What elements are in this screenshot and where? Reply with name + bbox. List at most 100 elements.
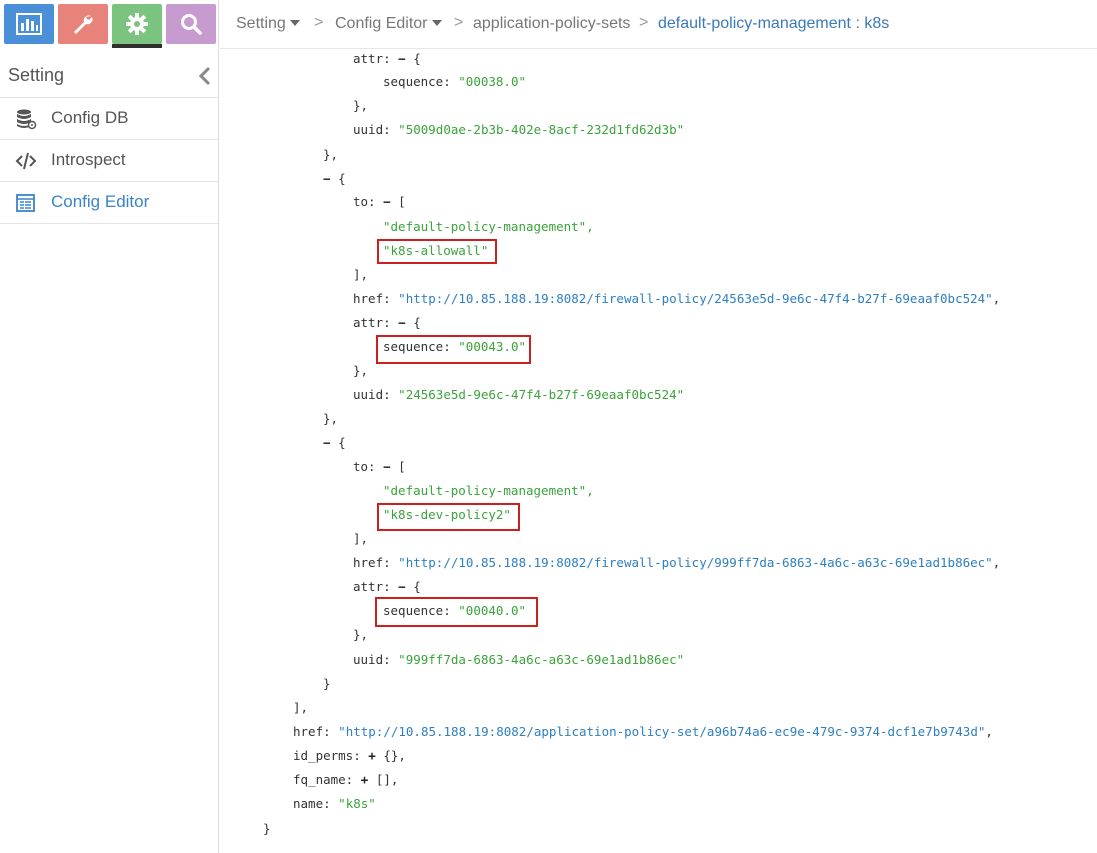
collapse-toggle[interactable]: −: [398, 51, 406, 66]
json-line: id_perms: + {},: [293, 748, 406, 764]
code-icon: [15, 152, 37, 170]
breadcrumb-config-editor[interactable]: Config Editor: [335, 15, 442, 33]
editor-icon: [16, 194, 35, 212]
json-line: href: "http://10.85.188.19:8082/applicat…: [293, 724, 993, 740]
highlight-box: [375, 597, 538, 627]
collapse-toggle[interactable]: −: [398, 579, 406, 594]
breadcrumb-separator: >: [454, 14, 464, 31]
json-line: }: [323, 676, 331, 691]
expand-toggle[interactable]: +: [361, 772, 369, 787]
breadcrumb-current: default-policy-management : k8s: [658, 15, 890, 32]
expand-toggle[interactable]: +: [368, 748, 376, 763]
sidebar-item-label: Introspect: [51, 150, 126, 169]
json-punct: {},: [383, 748, 406, 763]
sidebar-title: Setting: [8, 65, 65, 85]
json-key: uuid:: [353, 122, 391, 137]
json-punct: {: [338, 171, 346, 186]
search-icon: [181, 14, 202, 35]
json-line: sequence: "00038.0": [383, 74, 526, 90]
breadcrumb-label: Setting: [236, 15, 286, 32]
left-sidebar: Setting Config DB Introspect Config Edit…: [0, 0, 219, 853]
json-line: },: [323, 411, 339, 426]
json-string: "00038.0": [458, 74, 526, 89]
json-line: "default-policy-management",: [383, 483, 594, 499]
json-line: to: − [: [353, 194, 406, 210]
json-viewer: attr: − { sequence: "00038.0" }, uuid: "…: [220, 49, 1097, 853]
json-line: },: [323, 147, 339, 162]
sidebar-item-config-db[interactable]: Config DB: [0, 98, 218, 140]
gear-icon: [126, 13, 148, 35]
json-key: fq_name:: [293, 772, 354, 787]
collapse-toggle[interactable]: −: [323, 171, 331, 186]
json-punct: [: [398, 194, 406, 209]
json-string: "24563e5d-9e6c-47f4-b27f-69eaaf0bc524": [398, 387, 685, 402]
json-punct: {: [338, 435, 346, 450]
json-key: sequence:: [383, 74, 451, 89]
json-line: href: "http://10.85.188.19:8082/firewall…: [353, 291, 1000, 307]
json-line: name: "k8s": [293, 796, 376, 812]
json-line: − {: [323, 435, 346, 451]
json-string: "5009d0ae-2b3b-402e-8acf-232d1fd62d3b": [398, 122, 685, 137]
json-line: uuid: "24563e5d-9e6c-47f4-b27f-69eaaf0bc…: [353, 387, 684, 403]
json-key: attr:: [353, 51, 391, 66]
json-line: attr: − {: [353, 579, 421, 595]
sidebar-item-label: Config DB: [51, 108, 129, 127]
breadcrumb-setting[interactable]: Setting: [236, 15, 300, 33]
sidebar-item-label: Config Editor: [51, 192, 150, 211]
json-url[interactable]: "http://10.85.188.19:8082/application-po…: [338, 724, 985, 739]
json-key: href:: [353, 291, 391, 306]
json-line: }: [263, 821, 271, 836]
collapse-toggle[interactable]: −: [383, 194, 391, 209]
json-key: uuid:: [353, 387, 391, 402]
json-punct: ,: [992, 555, 1001, 570]
chevron-left-icon[interactable]: [198, 66, 212, 86]
query-nav-button[interactable]: [166, 4, 216, 44]
database-icon: [17, 109, 37, 130]
json-line: attr: − {: [353, 51, 421, 67]
breadcrumb-separator: >: [314, 14, 324, 31]
json-line: uuid: "999ff7da-6863-4a6c-a63c-69e1ad1b8…: [353, 652, 684, 668]
json-line: to: − [: [353, 459, 406, 475]
json-punct: {: [413, 51, 421, 66]
json-key: href:: [293, 724, 331, 739]
breadcrumb-separator: >: [639, 14, 649, 31]
collapse-toggle[interactable]: −: [398, 315, 406, 330]
json-line: fq_name: + [],: [293, 772, 398, 788]
settings-nav-button[interactable]: [112, 4, 162, 44]
breadcrumb: Setting > Config Editor > application-po…: [220, 0, 1097, 49]
json-url[interactable]: "http://10.85.188.19:8082/firewall-polic…: [398, 555, 993, 570]
active-nav-indicator: [112, 44, 162, 48]
collapse-toggle[interactable]: −: [383, 459, 391, 474]
caret-down-icon: [289, 19, 300, 26]
json-line: },: [353, 363, 369, 378]
json-key: name:: [293, 796, 331, 811]
sidebar-header: Setting: [0, 52, 218, 98]
json-punct: {: [413, 579, 421, 594]
configure-nav-button[interactable]: [58, 4, 108, 44]
json-line: "default-policy-management",: [383, 219, 594, 235]
json-line: },: [353, 627, 369, 642]
json-punct: {: [413, 315, 421, 330]
json-key: id_perms:: [293, 748, 361, 763]
breadcrumb-label: Config Editor: [335, 15, 428, 32]
highlight-box: [377, 503, 520, 531]
json-punct: [: [398, 459, 406, 474]
sidebar-item-config-editor[interactable]: Config Editor: [0, 182, 218, 224]
json-line: attr: − {: [353, 315, 421, 331]
json-line: uuid: "5009d0ae-2b3b-402e-8acf-232d1fd62…: [353, 122, 684, 138]
json-key: to:: [353, 459, 376, 474]
json-url[interactable]: "http://10.85.188.19:8082/firewall-polic…: [398, 291, 993, 306]
json-punct: ,: [992, 291, 1001, 306]
breadcrumb-application-policy-sets[interactable]: application-policy-sets: [473, 15, 630, 33]
collapse-toggle[interactable]: −: [323, 435, 331, 450]
monitor-nav-button[interactable]: [4, 4, 54, 44]
json-string: "k8s": [338, 796, 376, 811]
json-line: − {: [323, 171, 346, 187]
json-line: ],: [353, 267, 369, 282]
sidebar-item-introspect[interactable]: Introspect: [0, 140, 218, 182]
json-line: href: "http://10.85.188.19:8082/firewall…: [353, 555, 1000, 571]
json-line: ],: [353, 531, 369, 546]
json-line: },: [353, 98, 369, 113]
wrench-icon: [74, 15, 93, 34]
bar-chart-icon: [16, 13, 42, 35]
